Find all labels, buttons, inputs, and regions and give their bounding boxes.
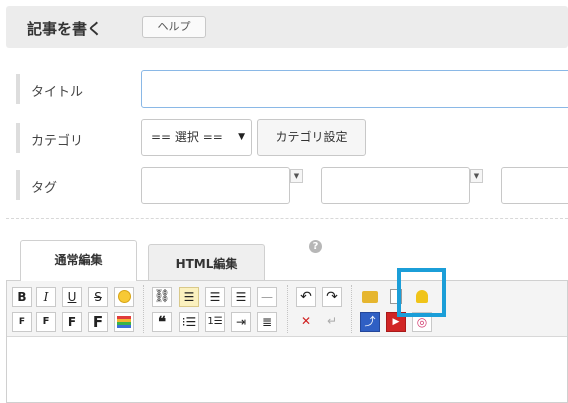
category-select-value: == 選択 == xyxy=(151,130,223,144)
highlight-box xyxy=(397,268,446,317)
quote-icon: ❝ xyxy=(157,313,167,331)
numbered-list-button[interactable]: 1☰ xyxy=(205,312,225,332)
section-divider xyxy=(6,218,568,219)
toolbar-separator xyxy=(351,285,352,333)
tab-html-edit[interactable]: HTML編集 xyxy=(148,244,265,282)
link-button[interactable]: ⛓ xyxy=(152,287,172,307)
smile-icon xyxy=(117,290,131,303)
help-question-icon[interactable]: ? xyxy=(309,240,322,253)
link-icon: ⛓ xyxy=(153,289,171,304)
amazon-button[interactable]: ⤴ xyxy=(360,312,380,332)
toolbar-separator xyxy=(287,285,288,333)
more-icon: ≣ xyxy=(261,315,273,329)
tag-dropdown-1-icon[interactable]: ▼ xyxy=(290,169,303,183)
more-button[interactable]: ≣ xyxy=(257,312,277,332)
youtube-icon: ▶ xyxy=(392,317,400,327)
horizontal-rule-icon: — xyxy=(261,290,273,304)
emoji-button[interactable] xyxy=(114,287,134,307)
bullet-list-icon: ⁝☰ xyxy=(181,315,197,329)
amazon-icon: ⤴ xyxy=(364,315,376,328)
bullet-list-button[interactable]: ⁝☰ xyxy=(179,312,199,332)
help-button[interactable]: ヘルプ xyxy=(142,16,206,38)
align-right-icon: ☰ xyxy=(235,290,247,304)
undo-icon: ↶ xyxy=(300,289,312,305)
category-select[interactable]: == 選択 == ▼ xyxy=(141,119,252,156)
indent-button[interactable]: ⇥ xyxy=(231,312,251,332)
font-size-m-button[interactable]: F xyxy=(62,312,82,332)
clear-format-icon: ✕ xyxy=(300,314,312,328)
align-left-button[interactable]: ☰ xyxy=(179,287,199,307)
indent-icon: ⇥ xyxy=(235,315,247,329)
tag-input-3[interactable] xyxy=(501,167,568,204)
toolbar-separator xyxy=(143,285,144,333)
title-row-marker xyxy=(16,74,20,104)
title-input[interactable] xyxy=(141,70,568,108)
tag-input-2[interactable] xyxy=(321,167,470,204)
clear-format-button[interactable]: ✕ xyxy=(296,312,316,332)
caret-down-icon: ▼ xyxy=(238,132,245,142)
editor-toolbar: B I U S ⛓ ☰ ☰ ☰ — ↶ ↷ F F F F ❝ ⁝☰ 1☰ ⇥ … xyxy=(7,281,567,337)
font-size-l-button[interactable]: F xyxy=(88,312,108,332)
tag-row-marker xyxy=(16,170,20,200)
font-size-s-button[interactable]: F xyxy=(36,312,56,332)
text-color-button[interactable] xyxy=(114,312,134,332)
tab-normal-edit[interactable]: 通常編集 xyxy=(20,240,137,281)
category-row-marker xyxy=(16,123,20,153)
font-size-xs-button[interactable]: F xyxy=(12,312,32,332)
editor[interactable]: B I U S ⛓ ☰ ☰ ☰ — ↶ ↷ F F F F ❝ ⁝☰ 1☰ ⇥ … xyxy=(6,280,568,403)
underline-button[interactable]: U xyxy=(62,287,82,307)
align-right-button[interactable]: ☰ xyxy=(231,287,251,307)
redo-icon: ↷ xyxy=(326,289,338,305)
enter-button[interactable]: ↵ xyxy=(322,312,342,332)
undo-button[interactable]: ↶ xyxy=(296,287,316,307)
bold-button[interactable]: B xyxy=(12,287,32,307)
align-left-icon: ☰ xyxy=(183,290,195,304)
category-label: カテゴリ xyxy=(31,134,84,149)
redo-button[interactable]: ↷ xyxy=(322,287,342,307)
tag-dropdown-2-icon[interactable]: ▼ xyxy=(470,169,483,183)
category-settings-button[interactable]: カテゴリ設定 xyxy=(257,119,366,156)
folder-icon xyxy=(362,291,378,303)
page-title: 記事を書く xyxy=(27,20,103,38)
instagram-icon: ◎ xyxy=(416,315,428,329)
numbered-list-icon: 1☰ xyxy=(207,316,223,327)
page-header: 記事を書く ヘルプ xyxy=(6,6,568,48)
title-label: タイトル xyxy=(31,85,84,100)
quote-button[interactable]: ❝ xyxy=(152,312,172,332)
color-bars-icon xyxy=(117,316,131,328)
tag-label: タグ xyxy=(31,181,58,196)
hr-button[interactable]: — xyxy=(257,287,277,307)
align-center-icon: ☰ xyxy=(209,290,221,304)
enter-icon: ↵ xyxy=(326,314,338,328)
italic-button[interactable]: I xyxy=(36,287,56,307)
strike-button[interactable]: S xyxy=(88,287,108,307)
align-center-button[interactable]: ☰ xyxy=(205,287,225,307)
tag-input-1[interactable] xyxy=(141,167,290,204)
file-button[interactable] xyxy=(360,287,380,307)
